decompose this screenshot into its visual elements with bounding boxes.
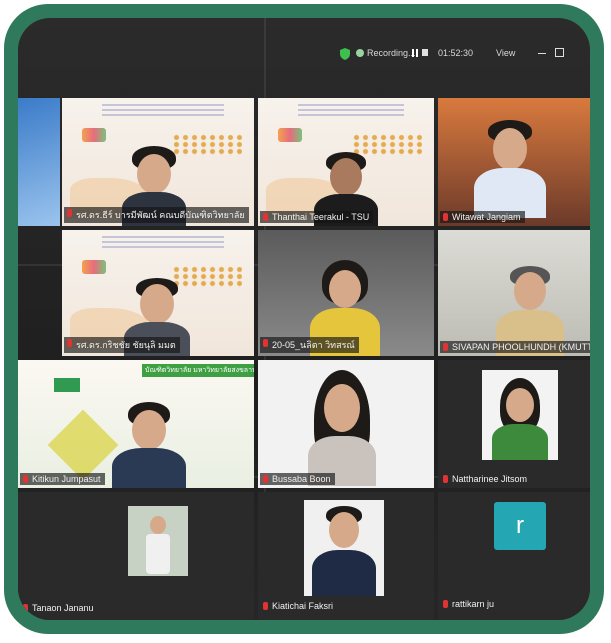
video-tile[interactable]: บัณฑิตวิทยาลัย มหาวิทยาลัยสงขลานครินทร์ … (18, 360, 254, 488)
video-frame (482, 370, 558, 460)
participant-name: Kiatichai Faksri (260, 600, 337, 612)
slide-text (102, 236, 224, 250)
participant-avatar: r (494, 502, 546, 550)
slide-logo (54, 378, 80, 392)
video-tile[interactable]: 20-05_นลิตา วิทสรณ์ (258, 230, 434, 356)
meeting-timer: 01:52:30 (438, 48, 474, 58)
slide-logo (82, 128, 106, 142)
participant-name: Thanthai Teerakul - TSU (260, 211, 374, 223)
video-frame (304, 500, 384, 596)
slide-text (298, 104, 404, 118)
view-button[interactable]: View (496, 48, 515, 58)
video-tile[interactable]: Nattharinee Jitsom (438, 360, 590, 488)
muted-mic-icon (263, 602, 268, 610)
slide-logo (278, 128, 302, 142)
participant-name: Witawat Jangiam (440, 211, 525, 223)
video-tile[interactable]: SIVAPAN PHOOLHUNDH (KMUTT) (438, 230, 590, 356)
muted-mic-icon (263, 475, 268, 483)
muted-mic-icon (443, 475, 448, 483)
muted-mic-icon (443, 213, 448, 221)
video-tile[interactable]: Witawat Jangiam (438, 98, 590, 226)
muted-mic-icon (23, 475, 28, 483)
video-tile[interactable]: Tanaon Jananu (18, 492, 254, 620)
pause-recording-button[interactable] (412, 49, 418, 57)
meeting-topbar: Recording... 01:52:30 View (18, 18, 590, 66)
participant-name: Kitikun Jumpasut (20, 473, 105, 485)
video-tile[interactable]: Kiatichai Faksri (258, 492, 434, 620)
video-tile-partial[interactable] (18, 98, 60, 226)
video-tile[interactable]: Thanthai Teerakul - TSU (258, 98, 434, 226)
video-frame (128, 506, 188, 576)
participant-name: Tanaon Jananu (20, 602, 98, 614)
maximize-icon[interactable] (555, 48, 564, 57)
video-tile[interactable]: รศ.ดร.กริชชัย ชัยนุลิ มมต (62, 230, 254, 356)
slide-graphic (352, 134, 422, 156)
recording-icon (356, 49, 364, 57)
muted-mic-icon (67, 339, 72, 347)
participant-name: 20-05_นลิตา วิทสรณ์ (260, 337, 359, 353)
meeting-screen: Recording... 01:52:30 View รศ.ดร.ธีร์ บา… (18, 18, 590, 620)
participant-name: รศ.ดร.ธีร์ บารมีพัฒน์ คณบดีบัณฑิตวิทยาลั… (64, 207, 249, 223)
minimize-icon[interactable] (538, 53, 546, 54)
muted-mic-icon (443, 600, 448, 608)
video-tile[interactable]: รศ.ดร.ธีร์ บารมีพัฒน์ คณบดีบัณฑิตวิทยาลั… (62, 98, 254, 226)
muted-mic-icon (23, 604, 28, 612)
video-tile[interactable]: Bussaba Boon (258, 360, 434, 488)
participant-name: Nattharinee Jitsom (440, 473, 531, 485)
slide-graphic (172, 266, 242, 288)
participant-name: SIVAPAN PHOOLHUNDH (KMUTT) (440, 341, 590, 353)
participant-name: รศ.ดร.กริชชัย ชัยนุลิ มมต (64, 337, 180, 353)
participant-name: rattikarn ju (440, 598, 498, 610)
participant-name: Bussaba Boon (260, 473, 335, 485)
muted-mic-icon (263, 339, 268, 347)
stop-recording-button[interactable] (422, 49, 428, 56)
muted-mic-icon (443, 343, 448, 351)
slide-text (102, 104, 224, 118)
recording-label: Recording... (367, 48, 416, 58)
video-tile[interactable]: r rattikarn ju (438, 492, 590, 620)
slide-graphic (172, 134, 242, 156)
slide-banner: บัณฑิตวิทยาลัย มหาวิทยาลัยสงขลานครินทร์ (142, 364, 254, 377)
muted-mic-icon (67, 209, 72, 217)
photo-frame: Recording... 01:52:30 View รศ.ดร.ธีร์ บา… (4, 4, 604, 634)
slide-graphic (47, 409, 119, 481)
slide-logo (82, 260, 106, 274)
muted-mic-icon (263, 213, 268, 221)
shield-icon (340, 48, 350, 60)
